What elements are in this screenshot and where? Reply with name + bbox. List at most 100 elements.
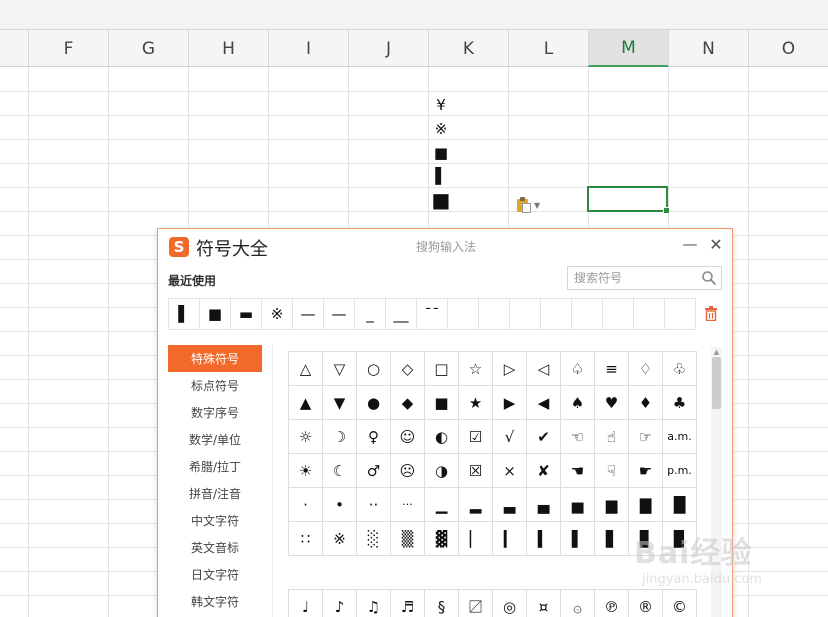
recent-symbol[interactable]: [634, 299, 665, 329]
symbol-cell[interactable]: ♪: [323, 590, 357, 617]
category-item[interactable]: 数学/单位: [168, 426, 262, 453]
symbol-cell[interactable]: ▂: [459, 488, 493, 522]
symbol-cell[interactable]: ♠: [561, 386, 595, 420]
symbol-cell[interactable]: ♥: [595, 386, 629, 420]
cell-k-symbol[interactable]: ■: [430, 188, 452, 212]
symbol-cell[interactable]: █: [663, 488, 697, 522]
recent-symbol[interactable]: ■: [200, 299, 231, 329]
symbol-cell[interactable]: ★: [459, 386, 493, 420]
search-icon[interactable]: [701, 270, 717, 286]
selected-cell[interactable]: [587, 186, 670, 214]
symbol-cell[interactable]: ··: [357, 488, 391, 522]
symbol-cell[interactable]: p.m.: [663, 454, 697, 488]
symbol-cell[interactable]: □: [425, 352, 459, 386]
symbol-cell[interactable]: ☹: [391, 454, 425, 488]
symbol-cell[interactable]: ☜: [561, 420, 595, 454]
symbol-cell[interactable]: ▆: [595, 488, 629, 522]
column-header-i[interactable]: I: [268, 30, 348, 67]
symbol-cell[interactable]: ◑: [425, 454, 459, 488]
symbol-cell[interactable]: ☀: [289, 454, 323, 488]
symbol-cell[interactable]: ▅: [561, 488, 595, 522]
symbol-cell[interactable]: ░: [357, 522, 391, 556]
symbol-cell[interactable]: ·: [289, 488, 323, 522]
category-item[interactable]: 标点符号: [168, 372, 262, 399]
category-item[interactable]: 拼音/注音: [168, 480, 262, 507]
symbol-cell[interactable]: ◎: [493, 590, 527, 617]
category-item[interactable]: 数字序号: [168, 399, 262, 426]
symbol-cell[interactable]: ▶: [493, 386, 527, 420]
symbol-cell[interactable]: ☒: [459, 454, 493, 488]
symbol-cell[interactable]: ◀: [527, 386, 561, 420]
column-header-n[interactable]: N: [668, 30, 748, 67]
symbol-cell[interactable]: ▇: [629, 488, 663, 522]
symbol-cell[interactable]: ♂: [357, 454, 391, 488]
column-header-j[interactable]: J: [348, 30, 428, 67]
recent-symbol[interactable]: [572, 299, 603, 329]
symbol-cell[interactable]: ▍: [527, 522, 561, 556]
symbol-cell[interactable]: ☝: [595, 420, 629, 454]
recent-symbol[interactable]: ▬: [231, 299, 262, 329]
cell-k-symbol[interactable]: ※: [430, 118, 452, 140]
symbol-cell[interactable]: ♤: [561, 352, 595, 386]
recent-symbol[interactable]: ※: [262, 299, 293, 329]
symbol-cell[interactable]: ∷: [289, 522, 323, 556]
category-item[interactable]: 特殊符号: [168, 345, 262, 372]
symbol-cell[interactable]: ☾: [323, 454, 357, 488]
symbol-cell[interactable]: ✘: [527, 454, 561, 488]
symbol-cell[interactable]: ●: [357, 386, 391, 420]
category-item[interactable]: 中文字符: [168, 507, 262, 534]
symbol-cell[interactable]: ♦: [629, 386, 663, 420]
symbol-cell[interactable]: ◐: [425, 420, 459, 454]
symbol-cell[interactable]: •: [323, 488, 357, 522]
category-item[interactable]: 希腊/拉丁: [168, 453, 262, 480]
recent-symbol[interactable]: [479, 299, 510, 329]
symbol-cell[interactable]: ☑: [459, 420, 493, 454]
symbol-cell[interactable]: ▓: [425, 522, 459, 556]
symbol-cell[interactable]: ◇: [391, 352, 425, 386]
symbol-cell[interactable]: ☽: [323, 420, 357, 454]
symbol-cell[interactable]: ■: [425, 386, 459, 420]
symbol-cell[interactable]: √: [493, 420, 527, 454]
symbol-cell[interactable]: ▽: [323, 352, 357, 386]
symbol-cell[interactable]: ▷: [493, 352, 527, 386]
recent-symbol[interactable]: —: [293, 299, 324, 329]
symbol-cell[interactable]: §: [425, 590, 459, 617]
column-header-h[interactable]: H: [188, 30, 268, 67]
symbol-cell[interactable]: ♀: [357, 420, 391, 454]
cell-k-symbol[interactable]: ¥: [430, 94, 452, 116]
symbol-cell[interactable]: ♣: [663, 386, 697, 420]
recent-symbol[interactable]: [448, 299, 479, 329]
column-header-g[interactable]: G: [108, 30, 188, 67]
symbol-cell[interactable]: ☚: [561, 454, 595, 488]
column-header-k[interactable]: K: [428, 30, 508, 67]
column-header-f[interactable]: F: [28, 30, 108, 67]
recent-symbol[interactable]: __: [386, 299, 417, 329]
symbol-cell[interactable]: ✔: [527, 420, 561, 454]
symbol-cell[interactable]: ♧: [663, 352, 697, 386]
symbol-cell[interactable]: ♫: [357, 590, 391, 617]
recent-symbol[interactable]: [603, 299, 634, 329]
symbol-cell[interactable]: ×: [493, 454, 527, 488]
cell-k-symbol[interactable]: ■: [430, 142, 452, 164]
symbol-cell[interactable]: 〼: [459, 590, 493, 617]
recent-symbol[interactable]: [665, 299, 696, 329]
recent-symbol[interactable]: —: [324, 299, 355, 329]
symbol-cell[interactable]: a.m.: [663, 420, 697, 454]
recent-symbol[interactable]: ¯¯: [417, 299, 448, 329]
recent-symbol[interactable]: _: [355, 299, 386, 329]
search-box[interactable]: [567, 266, 722, 290]
paste-options-button[interactable]: ▼: [516, 196, 550, 214]
symbol-cell[interactable]: ♬: [391, 590, 425, 617]
column-header-m[interactable]: M: [588, 30, 668, 67]
symbol-cell[interactable]: ♩: [289, 590, 323, 617]
symbol-cell[interactable]: ▲: [289, 386, 323, 420]
minimize-button[interactable]: —: [682, 233, 698, 255]
symbol-cell[interactable]: ▄: [527, 488, 561, 522]
symbol-cell[interactable]: ☞: [629, 420, 663, 454]
symbol-cell[interactable]: ♢: [629, 352, 663, 386]
symbol-cell[interactable]: ○: [357, 352, 391, 386]
column-header-o[interactable]: O: [748, 30, 828, 67]
symbol-cell[interactable]: ▃: [493, 488, 527, 522]
symbol-cell[interactable]: ▎: [493, 522, 527, 556]
close-button[interactable]: ✕: [707, 233, 725, 255]
